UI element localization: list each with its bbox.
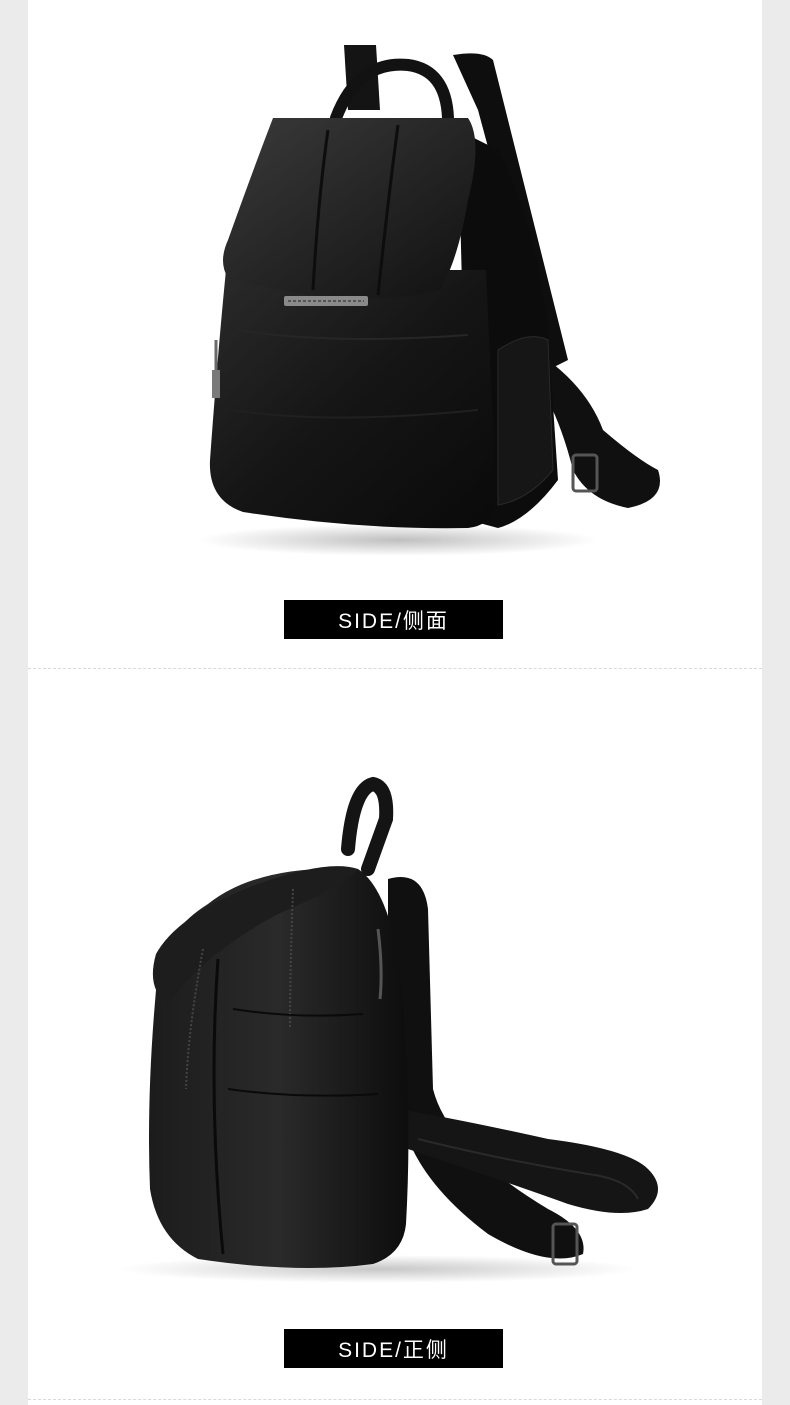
backpack-three-quarter-image [198,45,660,556]
caption-side-view: SIDE/侧面 [284,600,503,639]
bottom-panel: SIDE/正侧 [28,669,762,1399]
caption-side-profile: SIDE/正侧 [284,1329,503,1368]
product-detail-page: SIDE/侧面 SIDE/正侧 [28,0,762,1405]
backpack-side-profile-image [118,776,658,1283]
section-divider-bottom [28,1399,762,1400]
top-panel: SIDE/侧面 [28,0,762,668]
